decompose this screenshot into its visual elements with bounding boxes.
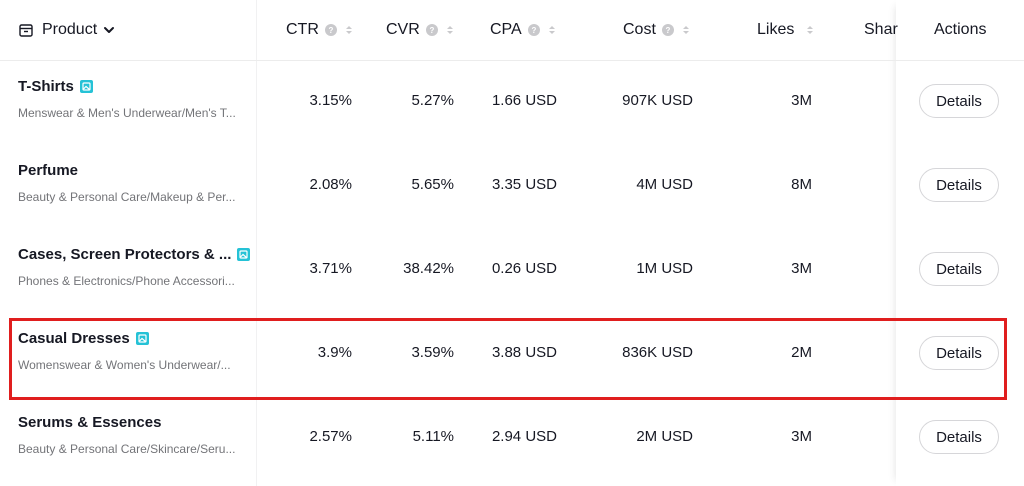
product-category: Beauty & Personal Care/Makeup & Per... bbox=[18, 190, 236, 204]
likes-value: 3M bbox=[791, 260, 812, 277]
details-button[interactable]: Details bbox=[919, 84, 999, 118]
actions-header-label: Actions bbox=[934, 21, 987, 38]
cpa-value: 3.88 USD bbox=[491, 344, 557, 361]
svg-text:?: ? bbox=[429, 26, 434, 35]
info-icon[interactable]: ? bbox=[324, 24, 337, 36]
product-name-text: Cases, Screen Protectors & ... bbox=[18, 246, 232, 263]
product-category: Menswear & Men's Underwear/Men's T... bbox=[18, 106, 236, 120]
product-name-text: Perfume bbox=[18, 162, 79, 179]
cost-value: 4M USD bbox=[636, 176, 693, 193]
sort-icon[interactable] bbox=[682, 24, 690, 36]
cvr-value: 5.65% bbox=[411, 176, 454, 193]
image-badge-icon bbox=[79, 80, 93, 93]
cvr-header-label: CVR bbox=[386, 21, 420, 38]
table-row: T-Shirts Menswear & Men's Underwear/Men'… bbox=[0, 60, 1024, 144]
cost-header-label: Cost bbox=[623, 21, 656, 38]
ctr-value: 3.9% bbox=[317, 344, 352, 361]
ctr-value: 3.15% bbox=[309, 92, 352, 109]
details-button[interactable]: Details bbox=[919, 336, 999, 370]
cpa-header-label: CPA bbox=[490, 21, 522, 38]
table-row: Casual Dresses Womenswear & Women's Unde… bbox=[0, 312, 1024, 396]
actions-column-header: Actions bbox=[934, 0, 986, 60]
likes-header-label: Likes bbox=[757, 21, 795, 38]
cpa-column-header[interactable]: CPA ? bbox=[490, 0, 556, 60]
image-badge-icon bbox=[237, 248, 251, 261]
likes-value: 3M bbox=[791, 92, 812, 109]
cvr-value: 3.59% bbox=[411, 344, 454, 361]
product-name-text: T-Shirts bbox=[18, 78, 74, 95]
product-column-header[interactable]: Product bbox=[18, 0, 115, 60]
table-row: Cases, Screen Protectors & ... Phones & … bbox=[0, 228, 1024, 312]
cpa-value: 0.26 USD bbox=[491, 260, 557, 277]
product-name[interactable]: Casual Dresses bbox=[18, 330, 149, 347]
share-column-header[interactable]: Shar bbox=[864, 0, 898, 60]
sort-icon[interactable] bbox=[345, 24, 353, 36]
product-header-label: Product bbox=[42, 21, 98, 38]
product-category: Phones & Electronics/Phone Accessori... bbox=[18, 274, 235, 288]
sort-icon[interactable] bbox=[548, 24, 556, 36]
cost-column-header[interactable]: Cost ? bbox=[623, 0, 690, 60]
product-name[interactable]: Cases, Screen Protectors & ... bbox=[18, 246, 251, 263]
details-button[interactable]: Details bbox=[919, 252, 999, 286]
box-icon bbox=[18, 22, 34, 38]
product-name-text: Casual Dresses bbox=[18, 330, 130, 347]
table-header: Product CTR ? CVR ? CPA ? Cost ? Likes S… bbox=[0, 0, 1024, 61]
svg-text:?: ? bbox=[328, 26, 333, 35]
cvr-value: 5.11% bbox=[412, 428, 454, 445]
likes-value: 8M bbox=[791, 176, 812, 193]
product-category: Beauty & Personal Care/Skincare/Seru... bbox=[18, 442, 236, 456]
cost-value: 907K USD bbox=[622, 92, 693, 109]
product-table: Product CTR ? CVR ? CPA ? Cost ? Likes S… bbox=[0, 0, 1024, 486]
svg-text:?: ? bbox=[665, 26, 670, 35]
cvr-value: 38.42% bbox=[403, 260, 454, 277]
cost-value: 1M USD bbox=[636, 260, 693, 277]
cpa-value: 1.66 USD bbox=[491, 92, 557, 109]
chevron-down-icon[interactable] bbox=[103, 24, 115, 36]
table-row: Serums & Essences Beauty & Personal Care… bbox=[0, 396, 1024, 480]
ctr-value: 2.08% bbox=[309, 176, 352, 193]
product-name[interactable]: Perfume bbox=[18, 162, 78, 179]
cvr-value: 5.27% bbox=[411, 92, 454, 109]
ctr-column-header[interactable]: CTR ? bbox=[286, 0, 353, 60]
info-icon[interactable]: ? bbox=[425, 24, 438, 36]
cpa-value: 2.94 USD bbox=[491, 428, 557, 445]
likes-value: 3M bbox=[791, 428, 812, 445]
share-header-label: Shar bbox=[864, 21, 898, 38]
product-name[interactable]: Serums & Essences bbox=[18, 414, 161, 431]
product-category: Womenswear & Women's Underwear/... bbox=[18, 358, 231, 372]
ctr-value: 3.71% bbox=[309, 260, 352, 277]
sort-icon[interactable] bbox=[446, 24, 454, 36]
info-icon[interactable]: ? bbox=[527, 24, 540, 36]
product-name-text: Serums & Essences bbox=[18, 414, 162, 431]
ctr-header-label: CTR bbox=[286, 21, 319, 38]
likes-value: 2M bbox=[791, 344, 812, 361]
image-badge-icon bbox=[135, 332, 149, 345]
table-row: Perfume Beauty & Personal Care/Makeup & … bbox=[0, 144, 1024, 228]
sort-icon[interactable] bbox=[806, 24, 814, 36]
product-name[interactable]: T-Shirts bbox=[18, 78, 93, 95]
ctr-value: 2.57% bbox=[309, 428, 352, 445]
svg-text:?: ? bbox=[531, 26, 536, 35]
details-button[interactable]: Details bbox=[919, 420, 999, 454]
cost-value: 836K USD bbox=[622, 344, 693, 361]
cost-value: 2M USD bbox=[636, 428, 693, 445]
info-icon[interactable]: ? bbox=[661, 24, 674, 36]
likes-column-header[interactable]: Likes bbox=[757, 0, 814, 60]
cpa-value: 3.35 USD bbox=[491, 176, 557, 193]
cvr-column-header[interactable]: CVR ? bbox=[386, 0, 454, 60]
details-button[interactable]: Details bbox=[919, 168, 999, 202]
